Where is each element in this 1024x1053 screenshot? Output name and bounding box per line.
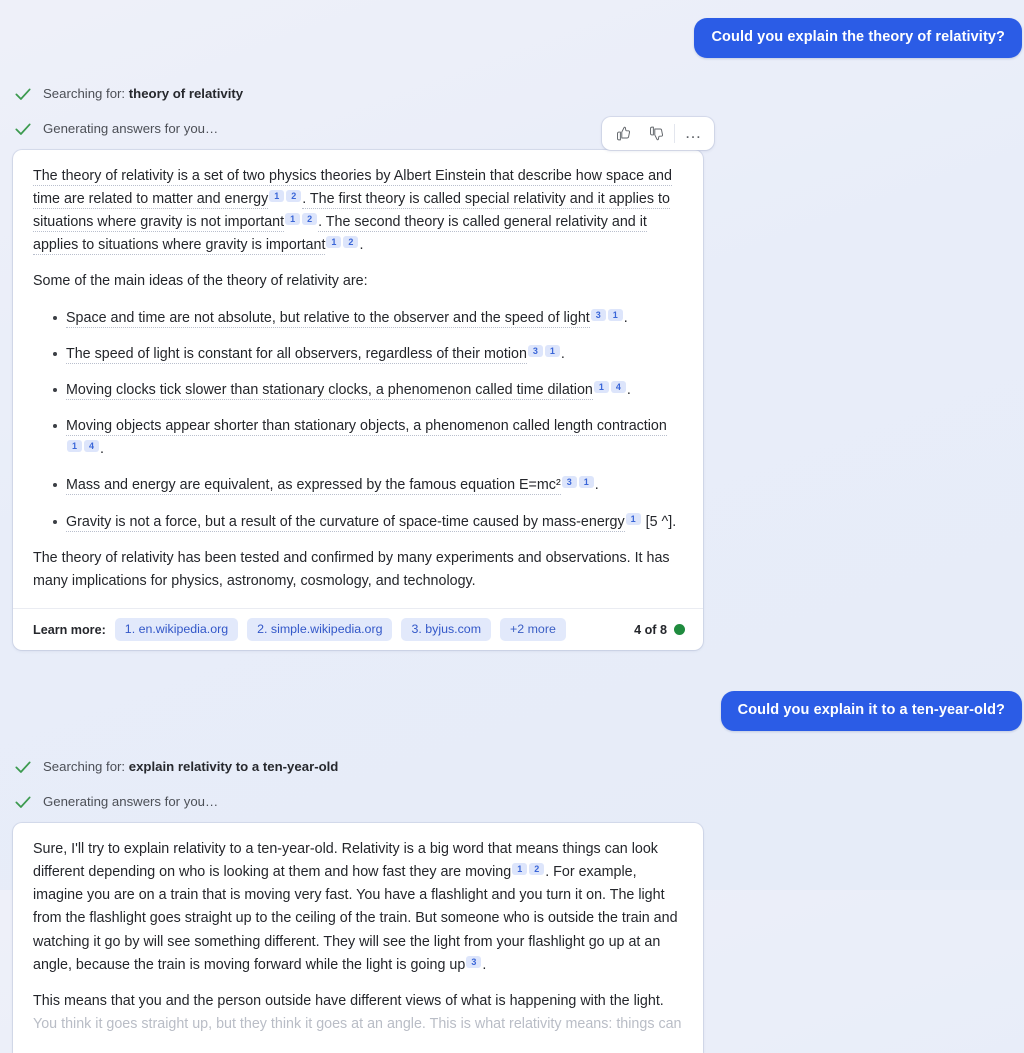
answer-card-footer: Learn more: 1. en.wikipedia.org 2. simpl… [13,608,703,650]
user-message-bubble[interactable]: Could you explain the theory of relativi… [694,18,1022,58]
thumb-down-button[interactable] [639,118,672,149]
citation-badge[interactable]: 3 [561,476,577,489]
list-item: Space and time are not absolute, but rel… [53,307,683,330]
answer-text: This means that you and the person outsi… [33,992,664,1009]
learn-more-label: Learn more: [33,622,106,637]
toolbar-divider [674,123,675,143]
citation-badge[interactable]: 1 [326,236,342,249]
citation-badge[interactable]: 3 [466,955,482,968]
source-chip[interactable]: 3. byjus.com [401,618,492,642]
sentence-period: . [560,345,565,362]
citation-badge[interactable]: 1 [593,380,609,393]
status-searching-text: Searching for: theory of relativity [43,86,243,101]
status-searching-text: Searching for: explain relativity to a t… [43,759,338,774]
source-chip[interactable]: 1. en.wikipedia.org [114,618,239,642]
cited-span: Moving objects appear shorter than stati… [66,418,667,437]
status-prefix: Searching for: [43,759,129,775]
list-item: The speed of light is constant for all o… [53,343,683,366]
answer-paragraph-2: This means that you and the person outsi… [33,990,683,1036]
citation-badge[interactable]: 4 [610,380,626,393]
status-generating: Generating answers for you… [0,119,1024,139]
list-item: Mass and energy are equivalent, as expre… [53,474,683,497]
check-icon [15,761,31,773]
citation-badge[interactable]: 2 [302,213,318,226]
answer-card-wrapper: … The theory of relativity is a set of t… [0,116,1024,651]
sentence-period: . [359,237,364,254]
thumb-down-icon [650,126,664,141]
check-icon [15,88,31,100]
cited-span: Gravity is not a force, but a result of … [66,513,625,532]
status-generating-text: Generating answers for you… [43,794,219,810]
more-sources-chip[interactable]: +2 more [500,618,566,642]
status-generating: Generating answers for you… [0,792,1024,812]
thumb-up-icon [617,126,631,141]
chat-conversation: Could you explain the theory of relativi… [0,0,1024,1053]
list-item: Moving clocks tick slower than stationar… [53,379,683,402]
citation-badge[interactable]: 2 [286,190,302,202]
sentence-tail: [5 ^]. [645,513,677,530]
citation-badge[interactable]: 4 [84,440,99,453]
thumb-up-button[interactable] [606,118,639,149]
answer-bullet-list: Space and time are not absolute, but rel… [33,307,683,534]
answer-text-clipped: You think it goes straight up, but they … [33,1015,682,1032]
answer-closing-paragraph: The theory of relativity has been tested… [33,549,670,589]
sentence-period: . [623,309,628,326]
citation-badge[interactable]: 1 [269,190,285,202]
sentence-period: . [594,477,599,494]
citation-badge[interactable]: 2 [529,863,545,876]
user-message-bubble[interactable]: Could you explain it to a ten-year-old? [720,691,1022,731]
citation-badge[interactable]: 3 [590,308,606,321]
citation-badge[interactable]: 1 [285,213,301,226]
citation-badge[interactable]: 1 [578,476,594,489]
answer-paragraph-1: The theory of relativity is a set of two… [33,165,683,258]
answer-paragraph-2: Some of the main ideas of the theory of … [33,273,368,290]
check-icon [15,123,31,135]
list-item: Moving objects appear shorter than stati… [53,415,683,461]
user-message-row: Could you explain the theory of relativi… [0,0,1024,58]
answer-counter-text: 4 of 8 [634,622,667,637]
answer-card: Sure, I'll try to explain relativity to … [13,822,703,1053]
check-icon [15,796,31,808]
sentence-period: . [482,956,487,973]
cited-span: The speed of light is constant for all o… [66,345,527,364]
citation-badge[interactable]: 1 [607,308,623,321]
citation-badge[interactable]: 1 [625,512,641,525]
ellipsis-icon: … [684,123,703,143]
sentence-period: . [100,441,104,458]
citation-badge[interactable]: 1 [67,440,82,453]
answer-counter: 4 of 8 [634,623,685,637]
source-chip[interactable]: 2. simple.wikipedia.org [247,618,393,642]
citation-badge[interactable]: 2 [343,236,359,249]
citation-badge[interactable]: 1 [512,863,528,876]
status-generating-text: Generating answers for you… [43,121,219,137]
feedback-toolbar: … [602,116,714,150]
answer-paragraph-1: Sure, I'll try to explain relativity to … [33,838,683,977]
cited-span: Moving clocks tick slower than stationar… [66,381,593,400]
sentence-period: . [626,381,631,398]
list-item: Gravity is not a force, but a result of … [53,511,683,534]
citation-badge[interactable]: 1 [544,344,560,357]
cited-span: Mass and energy are equivalent, as expre… [66,477,561,496]
status-searching: Searching for: theory of relativity [0,84,1024,104]
search-query: explain relativity to a ten-year-old [128,759,339,775]
more-options-button[interactable]: … [677,118,710,149]
user-message-row: Could you explain it to a ten-year-old? [0,691,1024,731]
citation-badge[interactable]: 3 [527,344,543,357]
status-dot-icon [674,624,685,636]
status-searching: Searching for: explain relativity to a t… [0,757,1024,777]
search-query: theory of relativity [128,86,244,102]
cited-span: Space and time are not absolute, but rel… [66,309,590,328]
answer-card: The theory of relativity is a set of two… [13,149,703,651]
status-prefix: Searching for: [43,86,129,102]
answer-text: . For example, imagine you are on a trai… [33,864,678,973]
